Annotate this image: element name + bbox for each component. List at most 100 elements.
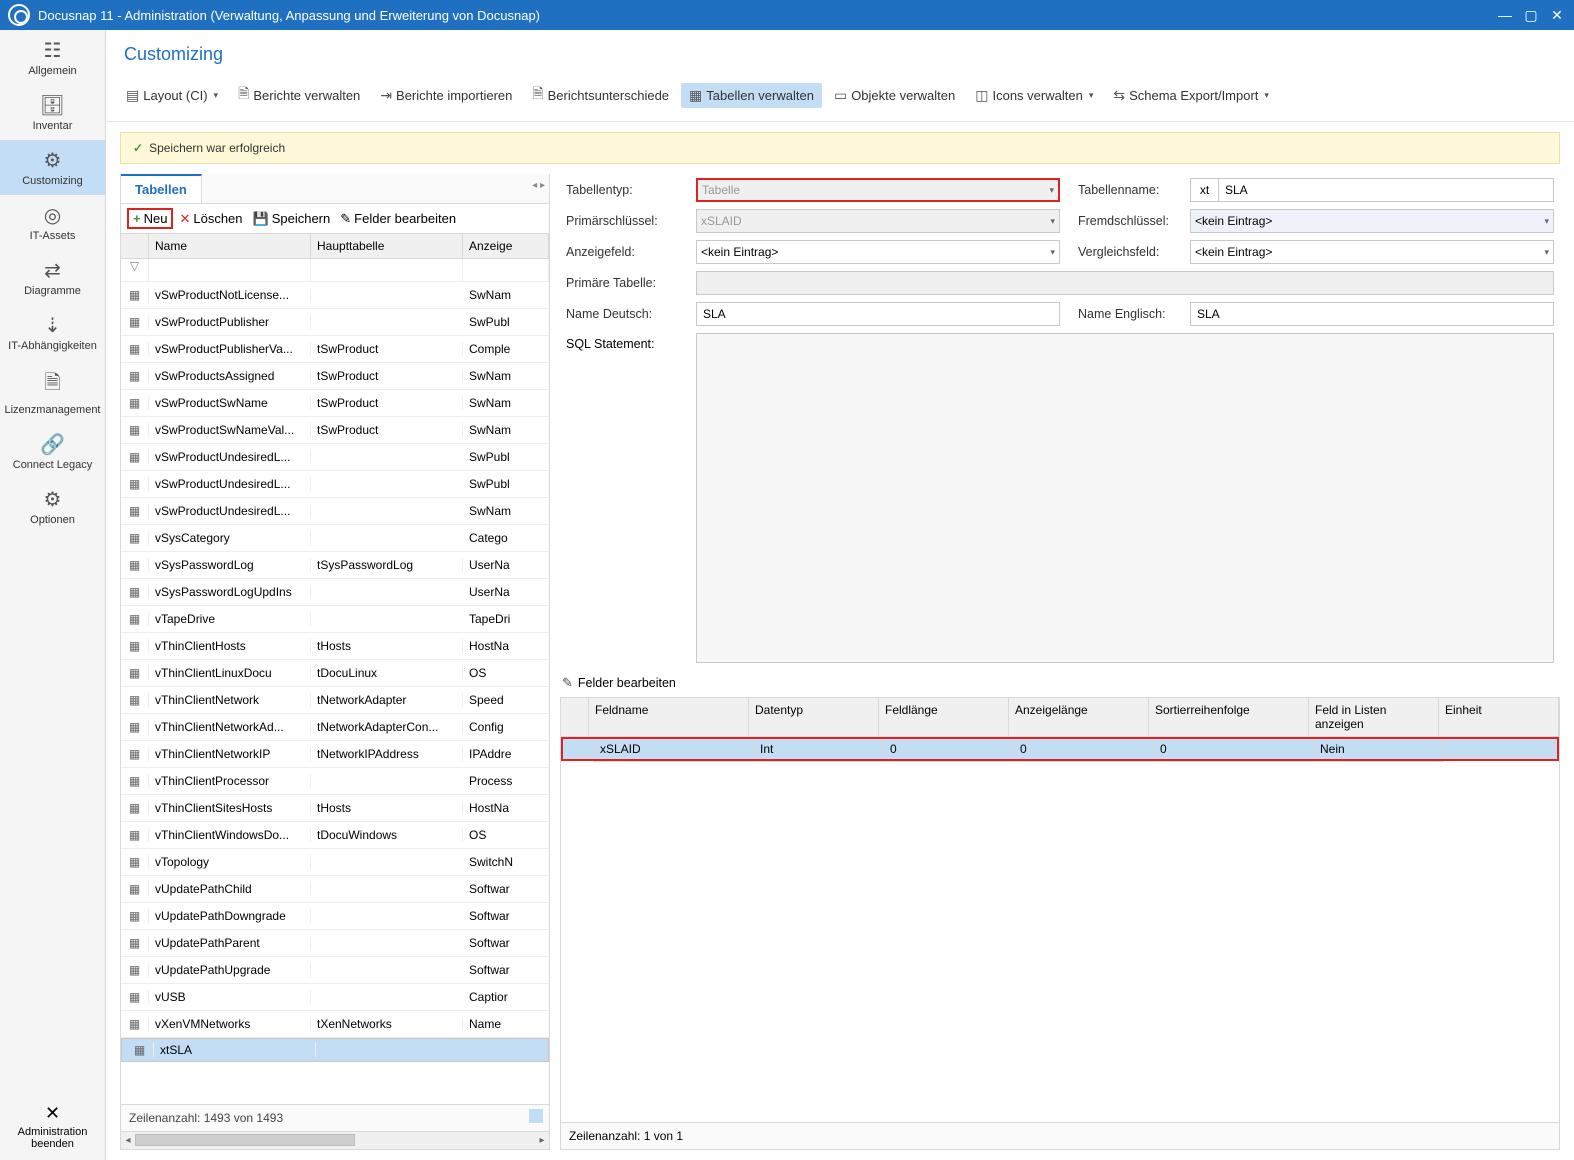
col-datentyp[interactable]: Datentyp (749, 698, 879, 737)
table-icon: ▦ (121, 423, 149, 437)
h-scrollbar[interactable]: ◂ ▸ (121, 1131, 549, 1149)
table-row[interactable]: ▦vThinClientWindowsDo...tDocuWindowsOS (121, 822, 549, 849)
table-row[interactable]: ▦vThinClientNetworkAd...tNetworkAdapterC… (121, 714, 549, 741)
filter-name[interactable] (149, 259, 311, 281)
close-button[interactable]: ✕ (1544, 7, 1570, 24)
name-de-label: Name Deutsch: (566, 307, 696, 321)
table-row[interactable]: ▦vThinClientHoststHostsHostNa (121, 633, 549, 660)
schema-button[interactable]: ⇆Schema Export/Import▾ (1105, 83, 1277, 108)
maximize-button[interactable]: ▢ (1518, 7, 1544, 24)
filter-icon[interactable]: ▽ (121, 259, 149, 281)
name-de-input[interactable] (696, 302, 1060, 326)
table-row[interactable]: ▦vThinClientLinuxDocutDocuLinuxOS (121, 660, 549, 687)
table-row[interactable]: ▦vSysCategoryCatego (121, 525, 549, 552)
filter-main[interactable] (311, 259, 463, 281)
table-row[interactable]: ▦vSysPasswordLogtSysPasswordLogUserNa (121, 552, 549, 579)
table-row[interactable]: ▦vTopologySwitchN (121, 849, 549, 876)
reports-diff-button[interactable]: 🗎Berichtsunterschiede (524, 79, 677, 111)
table-row[interactable]: ▦vSwProductUndesiredL...SwPubl (121, 471, 549, 498)
table-row[interactable]: ▦vUpdatePathChildSoftwar (121, 876, 549, 903)
reports-import-button[interactable]: ⇥Berichte importieren (372, 83, 520, 108)
col-anzeigelaenge[interactable]: Anzeigelänge (1009, 698, 1149, 737)
new-button[interactable]: +Neu (127, 208, 173, 229)
name-en-input[interactable] (1190, 302, 1554, 326)
sidebar-item-itassets[interactable]: ◎IT-Assets (0, 195, 105, 250)
table-row[interactable]: ▦vThinClientSitesHoststHostsHostNa (121, 795, 549, 822)
table-row[interactable]: ▦vSwProductsAssignedtSwProductSwNam (121, 363, 549, 390)
sidebar-item-diagramme[interactable]: ⇄Diagramme (0, 250, 105, 305)
scroll-right-icon[interactable]: ▸ (535, 1132, 549, 1150)
table-row[interactable]: ▦vThinClientNetworkIPtNetworkIPAddressIP… (121, 741, 549, 768)
table-row[interactable]: ▦vThinClientProcessorProcess (121, 768, 549, 795)
general-icon: ☷ (2, 38, 103, 63)
sidebar-item-abhaengigkeiten[interactable]: ⇣IT-Abhängigkeiten (0, 305, 105, 360)
vergleich-select[interactable]: <kein Eintrag>▾ (1190, 240, 1554, 264)
table-row[interactable]: ▦vSwProductPublisherSwPubl (121, 309, 549, 336)
table-row[interactable]: ▦vSwProductUndesiredL...SwPubl (121, 444, 549, 471)
sidebar-item-allgemein[interactable]: ☷Allgemein (0, 30, 105, 85)
table-row[interactable]: ▦vSysPasswordLogUpdInsUserNa (121, 579, 549, 606)
anzeige-label: Anzeigefeld: (566, 245, 696, 259)
edit-fields-button[interactable]: ✎Felder bearbeiten (336, 209, 460, 229)
sidebar-item-connect[interactable]: 🔗Connect Legacy (0, 424, 105, 479)
sidebar-item-inventar[interactable]: 🗄Inventar (0, 85, 105, 140)
layout-icon: ▤ (126, 87, 139, 104)
options-icon: ⚙ (2, 487, 103, 512)
check-icon: ✓ (133, 141, 143, 155)
document-icon: 🗎 (238, 83, 249, 107)
table-row[interactable]: ▦vUSBCaptior (121, 984, 549, 1011)
layout-button[interactable]: ▤Layout (CI)▾ (118, 83, 226, 108)
table-row[interactable]: ▦vXenVMNetworkstXenNetworksName (121, 1011, 549, 1038)
objects-manage-button[interactable]: ▭Objekte verwalten (826, 83, 963, 108)
table-row[interactable]: ▦vSwProductNotLicense...SwNam (121, 282, 549, 309)
table-icon: ▦ (121, 666, 149, 680)
tables-manage-button[interactable]: ▦Tabellen verwalten (681, 83, 822, 108)
col-einheit[interactable]: Einheit (1439, 698, 1559, 737)
scroll-left-icon[interactable]: ◂ (121, 1132, 135, 1150)
tab-tabellen[interactable]: Tabellen (121, 174, 202, 203)
table-row[interactable]: ▦vSwProductPublisherVa...tSwProductCompl… (121, 336, 549, 363)
table-icon: ▦ (121, 504, 149, 518)
filter-disp[interactable] (463, 259, 549, 281)
col-display[interactable]: Anzeige (463, 234, 549, 258)
tabellenname-input[interactable] (1218, 178, 1554, 202)
table-row[interactable]: ▦vUpdatePathParentSoftwar (121, 930, 549, 957)
col-feldlaenge[interactable]: Feldlänge (879, 698, 1009, 737)
table-row[interactable]: ▦vTapeDriveTapeDri (121, 606, 549, 633)
col-sortier[interactable]: Sortierreihenfolge (1149, 698, 1309, 737)
anzeige-select[interactable]: <kein Eintrag>▾ (696, 240, 1060, 264)
table-row[interactable]: ▦vUpdatePathUpgradeSoftwar (121, 957, 549, 984)
save-button[interactable]: 💾Speichern (249, 209, 335, 229)
grid-header: Name Haupttabelle Anzeige (121, 234, 549, 259)
table-row[interactable]: ▦vSwProductUndesiredL...SwNam (121, 498, 549, 525)
col-feldname[interactable]: Feldname (589, 698, 749, 737)
scrollbar-thumb[interactable] (135, 1134, 355, 1146)
icons-manage-button[interactable]: ◫Icons verwalten▾ (967, 83, 1101, 108)
reports-manage-button[interactable]: 🗎Berichte verwalten (230, 79, 368, 111)
tab-nav-arrows[interactable]: ◂ ▸ (532, 180, 545, 191)
table-row[interactable]: ▦vSwProductSwNametSwProductSwNam (121, 390, 549, 417)
field-row[interactable]: xSLAID Int 0 0 0 Nein (561, 737, 1559, 761)
sidebar-item-lizenz[interactable]: 🗎Lizenzmanagement (0, 360, 105, 424)
col-name[interactable]: Name (149, 234, 311, 258)
sidebar-item-optionen[interactable]: ⚙Optionen (0, 479, 105, 534)
table-row[interactable]: ▦xtSLA (121, 1038, 549, 1062)
minimize-button[interactable]: — (1492, 7, 1518, 23)
section-header: Customizing (106, 30, 1574, 75)
table-icon: ▦ (121, 342, 149, 356)
table-icon: ▦ (121, 963, 149, 977)
table-row[interactable]: ▦vUpdatePathDowngradeSoftwar (121, 903, 549, 930)
table-icon: ▦ (121, 612, 149, 626)
sidebar: ☷Allgemein 🗄Inventar ⚙Customizing ◎IT-As… (0, 30, 106, 1160)
sidebar-item-customizing[interactable]: ⚙Customizing (0, 140, 105, 195)
fremd-select[interactable]: <kein Eintrag>▾ (1190, 209, 1554, 233)
table-row[interactable]: ▦vSwProductSwNameVal...tSwProductSwNam (121, 417, 549, 444)
primar-select[interactable]: xSLAID▾ (696, 209, 1060, 233)
exit-admin-button[interactable]: ✕Administration beenden (0, 1093, 105, 1160)
col-main[interactable]: Haupttabelle (311, 234, 463, 258)
col-listen[interactable]: Feld in Listen anzeigen (1309, 698, 1439, 737)
table-icon: ▦ (121, 477, 149, 491)
table-row[interactable]: ▦vThinClientNetworktNetworkAdapterSpeed (121, 687, 549, 714)
tabellentyp-select[interactable]: Tabelle▾ (696, 178, 1060, 202)
delete-button[interactable]: ✕Löschen (175, 209, 246, 229)
